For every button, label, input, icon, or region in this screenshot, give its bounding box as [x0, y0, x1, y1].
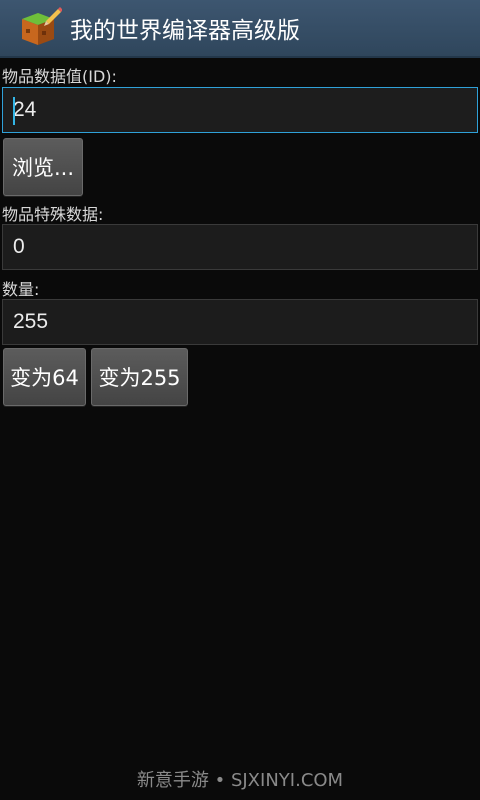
- app-screen: 我的世界编译器高级版 物品数据值(ID): 24 浏览... 物品特殊数据: 0…: [0, 0, 480, 800]
- special-data-label: 物品特殊数据:: [2, 205, 104, 224]
- item-id-input[interactable]: 24: [2, 87, 478, 133]
- set-64-button[interactable]: 变为64: [3, 348, 86, 406]
- quantity-label: 数量:: [2, 280, 40, 299]
- app-title: 我的世界编译器高级版: [70, 18, 300, 44]
- quantity-value: 255: [13, 310, 49, 333]
- special-data-value: 0: [13, 235, 25, 258]
- item-id-value: 24: [13, 98, 37, 121]
- minecraft-block-pencil-icon[interactable]: [16, 5, 63, 51]
- watermark: 新意手游 • SJXINYI.COM: [136, 770, 344, 791]
- quantity-input[interactable]: 255: [2, 299, 478, 345]
- text-caret: [13, 97, 15, 125]
- browse-button[interactable]: 浏览...: [3, 138, 83, 196]
- action-bar: 我的世界编译器高级版: [0, 0, 480, 58]
- special-data-input[interactable]: 0: [2, 224, 478, 270]
- set-255-button[interactable]: 变为255: [91, 348, 188, 406]
- item-id-label: 物品数据值(ID):: [2, 67, 117, 86]
